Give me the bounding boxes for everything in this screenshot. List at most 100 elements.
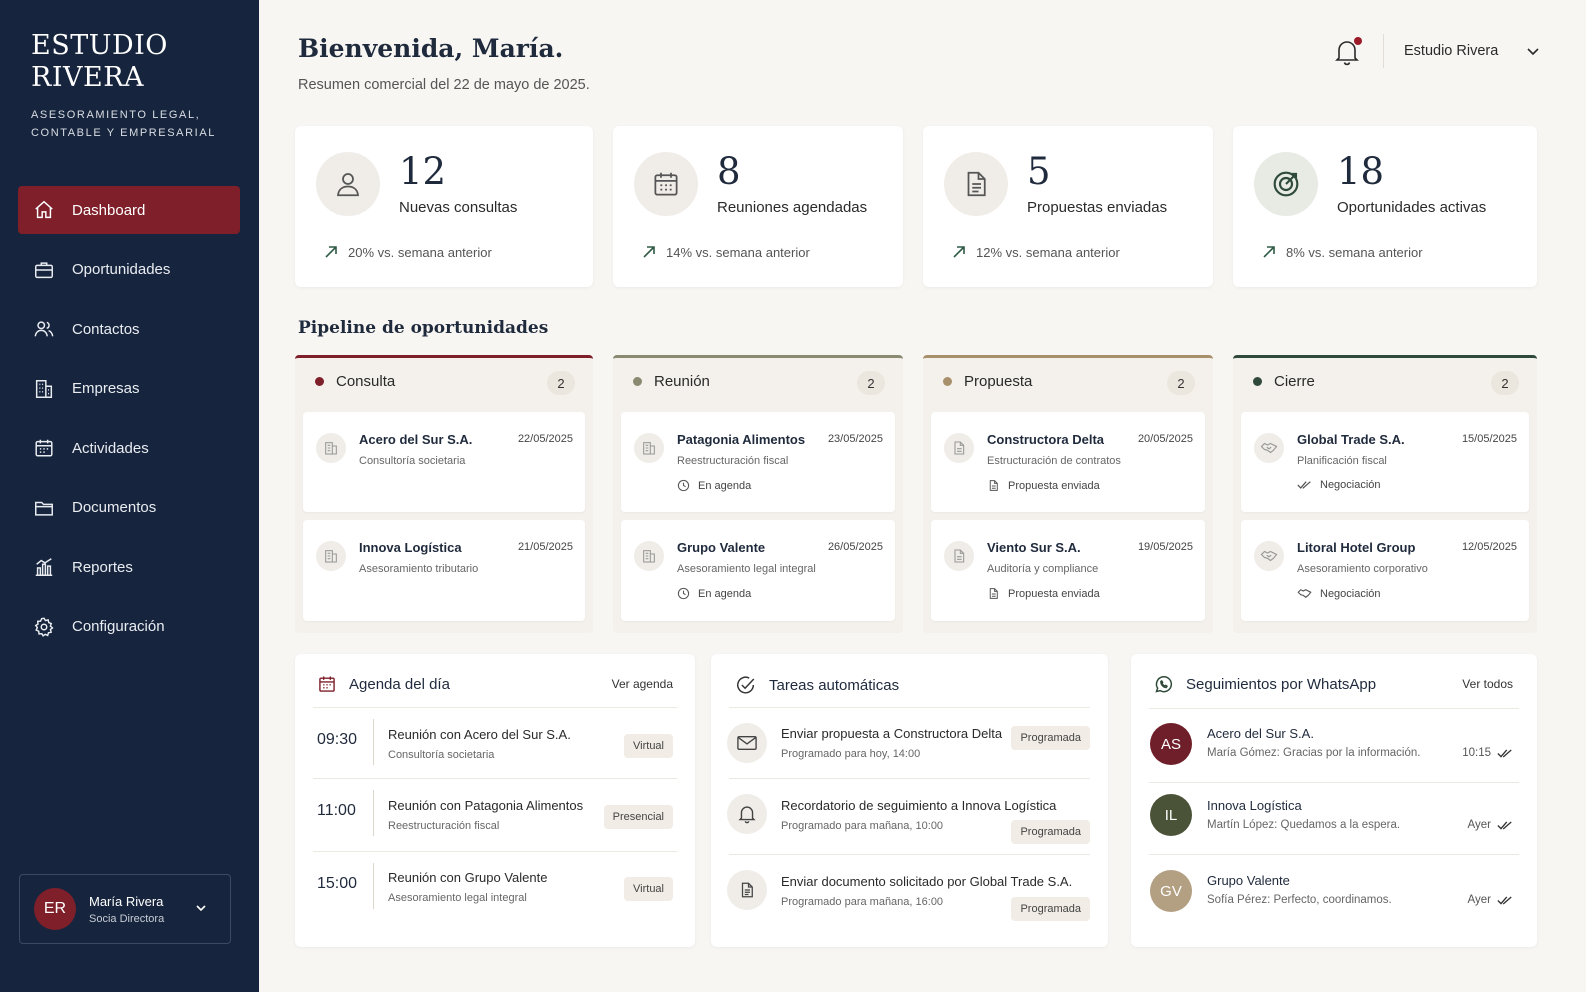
- divider: [1149, 782, 1519, 783]
- sidebar-item-label: Empresas: [72, 380, 140, 397]
- deal-company: Innova Logística: [359, 540, 462, 555]
- deal-service: Estructuración de contratos: [987, 455, 1121, 467]
- sidebar-item-contactos[interactable]: Contactos: [18, 305, 240, 353]
- divider: [373, 719, 374, 765]
- deal-card[interactable]: Grupo Valente 26/05/2025 Asesoramiento l…: [621, 520, 895, 621]
- stat-trend: 8% vs. semana anterior: [1261, 244, 1423, 260]
- pipeline-column-propuesta: Propuesta 2 Constructora Delta 20/05/202…: [923, 355, 1213, 633]
- sidebar-item-label: Documentos: [72, 499, 157, 516]
- sidebar-item-label: Dashboard: [72, 201, 146, 219]
- status-badge: Programada: [1011, 897, 1090, 921]
- sidebar-item-actividades[interactable]: Actividades: [18, 424, 240, 472]
- stat-card-propuestas[interactable]: 5 Propuestas enviadas 12% vs. semana ant…: [923, 126, 1213, 287]
- deal-service: Asesoramiento legal integral: [677, 563, 816, 575]
- home-icon: [33, 199, 55, 221]
- deal-card[interactable]: Constructora Delta 20/05/2025 Estructura…: [931, 412, 1205, 512]
- sidebar-item-reportes[interactable]: Reportes: [18, 543, 240, 591]
- divider: [1149, 708, 1519, 709]
- stat-card-consultas[interactable]: 12 Nuevas consultas 20% vs. semana anter…: [295, 126, 593, 287]
- column-count-badge: 2: [857, 371, 885, 395]
- mail-icon: [727, 723, 767, 763]
- chat-name: Innova Logística: [1207, 798, 1302, 813]
- calendar-icon: [319, 676, 335, 692]
- chevron-down-icon[interactable]: [194, 901, 208, 920]
- sidebar-item-configuracion[interactable]: Configuración: [18, 603, 240, 651]
- avatar: GV: [1150, 870, 1192, 912]
- chevron-down-icon[interactable]: [1525, 45, 1541, 64]
- stat-value: 12: [399, 150, 447, 193]
- user-name: María Rivera: [89, 893, 164, 909]
- user-menu[interactable]: ER María Rivera Socia Directora: [19, 874, 231, 944]
- briefcase-icon: [33, 259, 55, 281]
- sidebar-item-label: Configuración: [72, 618, 165, 635]
- brand-logo[interactable]: ESTUDIO RIVERA: [31, 30, 216, 94]
- deal-status: Negociación: [1297, 587, 1381, 600]
- deal-card[interactable]: Innova Logística 21/05/2025 Asesoramient…: [303, 520, 585, 621]
- notification-dot: [1354, 37, 1362, 45]
- column-count-badge: 2: [547, 371, 575, 395]
- sidebar-item-label: Contactos: [72, 320, 140, 338]
- deal-company: Viento Sur S.A.: [987, 540, 1081, 555]
- sidebar-nav: Dashboard Oportunidades Contactos Empres…: [18, 186, 240, 662]
- mode-badge: Presencial: [603, 805, 673, 829]
- column-header: Cierre: [1253, 373, 1315, 390]
- divider: [313, 778, 677, 779]
- agenda-time: 09:30: [317, 731, 358, 748]
- divider: [729, 778, 1090, 779]
- double-check-icon: [1497, 820, 1512, 830]
- studio-selector[interactable]: Estudio Rivera: [1404, 43, 1498, 59]
- deal-company: Acero del Sur S.A.: [359, 432, 473, 447]
- sidebar-item-empresas[interactable]: Empresas: [18, 365, 240, 413]
- status-badge: Programada: [1011, 726, 1090, 750]
- agenda-time: 15:00: [317, 875, 358, 892]
- notifications-button[interactable]: [1334, 37, 1362, 66]
- agenda-subtitle: Asesoramiento legal integral: [388, 892, 527, 904]
- task-subtitle: Programado para hoy, 14:00: [781, 748, 921, 760]
- chat-message: Martín López: Quedamos a la espera.: [1207, 819, 1401, 831]
- handshake-icon: [1254, 541, 1284, 571]
- stat-card-oportunidades[interactable]: 18 Oportunidades activas 8% vs. semana a…: [1233, 126, 1537, 287]
- calendar-icon: [33, 437, 55, 459]
- divider: [313, 851, 677, 852]
- panel-header: Tareas automáticas: [735, 674, 899, 696]
- deal-company: Patagonia Alimentos: [677, 432, 806, 447]
- agenda-title: Reunión con Grupo Valente: [388, 870, 548, 885]
- deal-card[interactable]: Acero del Sur S.A. 22/05/2025 Consultorí…: [303, 412, 585, 512]
- mode-badge: Virtual: [624, 734, 673, 758]
- view-agenda-link[interactable]: Ver agenda: [612, 677, 673, 691]
- users-icon: [33, 318, 55, 340]
- stat-card-reuniones[interactable]: 8 Reuniones agendadas 14% vs. semana ant…: [613, 126, 903, 287]
- bell-icon: [1334, 41, 1360, 70]
- agenda-panel: Agenda del día Ver agenda 09:30 Reunión …: [295, 654, 695, 947]
- stat-trend: 12% vs. semana anterior: [951, 244, 1120, 260]
- column-count-badge: 2: [1167, 371, 1195, 395]
- page-subtitle: Resumen comercial del 22 de mayo de 2025…: [298, 77, 590, 93]
- deal-card[interactable]: Litoral Hotel Group 12/05/2025 Asesorami…: [1241, 520, 1529, 621]
- sidebar-item-dashboard[interactable]: Dashboard: [18, 186, 240, 234]
- deal-card[interactable]: Global Trade S.A. 15/05/2025 Planificaci…: [1241, 412, 1529, 512]
- view-all-link[interactable]: Ver todos: [1462, 677, 1513, 691]
- task-title: Enviar propuesta a Constructora Delta: [781, 726, 1003, 741]
- agenda-subtitle: Consultoría societaria: [388, 749, 495, 761]
- divider: [729, 854, 1090, 855]
- task-subtitle: Programado para mañana, 16:00: [781, 896, 944, 908]
- whatsapp-icon: [1155, 676, 1173, 693]
- chat-time: Ayer: [1468, 894, 1513, 906]
- folder-icon: [33, 497, 55, 519]
- deal-status: Propuesta enviada: [987, 587, 1100, 600]
- deal-card[interactable]: Viento Sur S.A. 19/05/2025 Auditoría y c…: [931, 520, 1205, 621]
- status-badge: Programada: [1011, 820, 1090, 844]
- sidebar-item-oportunidades[interactable]: Oportunidades: [18, 246, 240, 294]
- document-icon: [944, 433, 974, 463]
- panel-header: Agenda del día: [317, 674, 450, 694]
- column-header: Consulta: [315, 373, 395, 390]
- divider: [373, 790, 374, 836]
- sidebar-item-documentos[interactable]: Documentos: [18, 484, 240, 532]
- divider: [729, 707, 1090, 708]
- building-icon: [634, 541, 664, 571]
- double-check-icon: [1297, 481, 1311, 489]
- column-header: Propuesta: [943, 373, 1032, 390]
- deal-card[interactable]: Patagonia Alimentos 23/05/2025 Reestruct…: [621, 412, 895, 512]
- panel-title: Seguimientos por WhatsApp: [1186, 676, 1377, 693]
- stat-value: 18: [1337, 150, 1385, 193]
